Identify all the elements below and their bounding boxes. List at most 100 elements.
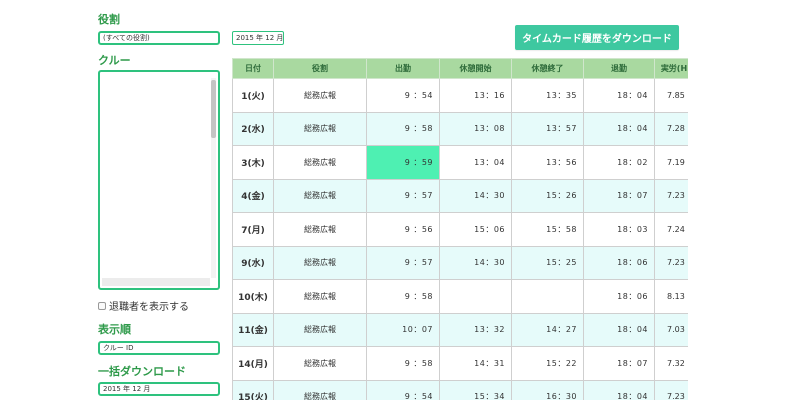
cell-hours: 7.23 [654, 245, 688, 280]
cell-date: 11(金) [232, 312, 274, 347]
cell-hours: 7.23 [654, 379, 688, 400]
cell-clock-in[interactable]: 9 ：57 [366, 178, 440, 213]
bulk-download-heading: 一括ダウンロード [98, 365, 186, 378]
show-retired-checkbox[interactable] [98, 301, 106, 310]
role-heading: 役割 [98, 13, 120, 26]
show-retired-label: 退職者を表示する [109, 302, 189, 313]
cell-break-start[interactable]: 14：31 [439, 346, 512, 381]
cell-clock-out[interactable]: 18：04 [583, 78, 655, 113]
header-break-end[interactable]: 休憩終了 [511, 58, 584, 79]
crew-scroll-thumb[interactable] [211, 80, 216, 138]
cell-break-start[interactable]: 15：34 [439, 379, 512, 400]
cell-break-start[interactable]: 13：04 [439, 145, 512, 180]
cell-clock-in[interactable]: 9 ：58 [366, 279, 440, 314]
header-role[interactable]: 役割 [273, 58, 367, 79]
cell-clock-out[interactable]: 18：07 [583, 178, 655, 213]
cell-clock-in[interactable]: 9 ：57 [366, 245, 440, 280]
crew-heading: クルー [98, 54, 131, 67]
order-heading: 表示順 [98, 323, 131, 336]
cell-date: 14(月) [232, 346, 274, 381]
cell-date: 9(水) [232, 245, 274, 280]
cell-date: 2(水) [232, 111, 274, 146]
cell-break-end[interactable]: 13：56 [511, 145, 584, 180]
cell-break-start[interactable]: 13：32 [439, 312, 512, 347]
cell-role: 総務広報 [273, 346, 367, 381]
cell-break-end[interactable]: 13：57 [511, 111, 584, 146]
cell-hours: 8.13 [654, 279, 688, 314]
show-retired-toggle[interactable]: 退職者を表示する [98, 298, 189, 313]
cell-break-start[interactable] [439, 279, 512, 314]
cell-role: 総務広報 [273, 145, 367, 180]
cell-clock-out[interactable]: 18：03 [583, 212, 655, 247]
cell-break-end[interactable] [511, 279, 584, 314]
cell-break-end[interactable]: 16：30 [511, 379, 584, 400]
cell-role: 総務広報 [273, 78, 367, 113]
month-select[interactable]: 2015 年 12 月 [232, 31, 284, 45]
timecard-table: 日付 役割 出勤 休憩開始 休憩終了 退勤 実労(H 1(火) 総務広報 9 ：… [232, 58, 688, 400]
cell-clock-out[interactable]: 18：06 [583, 279, 655, 314]
cell-break-end[interactable]: 15：58 [511, 212, 584, 247]
cell-clock-out[interactable]: 18：07 [583, 346, 655, 381]
header-break-start[interactable]: 休憩開始 [439, 58, 512, 79]
cell-clock-out[interactable]: 18：06 [583, 245, 655, 280]
crew-hscrollbar[interactable] [102, 278, 210, 286]
order-select[interactable]: クルー ID [98, 341, 220, 355]
cell-break-end[interactable]: 15：22 [511, 346, 584, 381]
cell-clock-in-selected[interactable]: 9 ：59 [366, 145, 440, 180]
cell-hours: 7.03 [654, 312, 688, 347]
cell-role: 総務広報 [273, 212, 367, 247]
table-row: 15(火) 総務広報 9 ：54 15：34 16：30 18：04 7.23 [232, 379, 688, 400]
header-hours[interactable]: 実労(H [654, 58, 688, 79]
cell-hours: 7.28 [654, 111, 688, 146]
cell-break-start[interactable]: 15：06 [439, 212, 512, 247]
cell-clock-in[interactable]: 9 ：58 [366, 346, 440, 381]
cell-clock-in[interactable]: 9 ：58 [366, 111, 440, 146]
header-clock-in[interactable]: 出勤 [366, 58, 440, 79]
table-row: 3(木) 総務広報 9 ：59 13：04 13：56 18：02 7.19 [232, 145, 688, 180]
cell-clock-in[interactable]: 9 ：54 [366, 379, 440, 400]
cell-clock-in[interactable]: 10：07 [366, 312, 440, 347]
cell-date: 1(火) [232, 78, 274, 113]
cell-break-start[interactable]: 13：16 [439, 78, 512, 113]
cell-break-start[interactable]: 14：30 [439, 178, 512, 213]
table-header-row: 日付 役割 出勤 休憩開始 休憩終了 退勤 実労(H [232, 58, 688, 79]
cell-date: 3(木) [232, 145, 274, 180]
table-row: 9(水) 総務広報 9 ：57 14：30 15：25 18：06 7.23 [232, 245, 688, 280]
cell-role: 総務広報 [273, 245, 367, 280]
cell-date: 4(金) [232, 178, 274, 213]
cell-role: 総務広報 [273, 111, 367, 146]
role-select[interactable]: (すべての役割) [98, 31, 220, 45]
cell-role: 総務広報 [273, 279, 367, 314]
cell-hours: 7.85 [654, 78, 688, 113]
table-row: 1(火) 総務広報 9 ：54 13：16 13：35 18：04 7.85 [232, 78, 688, 113]
cell-clock-in[interactable]: 9 ：56 [366, 212, 440, 247]
cell-date: 7(月) [232, 212, 274, 247]
cell-clock-in[interactable]: 9 ：54 [366, 78, 440, 113]
bulk-month-select[interactable]: 2015 年 12 月 [98, 382, 220, 396]
cell-break-end[interactable]: 15：26 [511, 178, 584, 213]
cell-break-end[interactable]: 14：27 [511, 312, 584, 347]
header-date[interactable]: 日付 [232, 58, 274, 79]
cell-clock-out[interactable]: 18：04 [583, 111, 655, 146]
download-timecard-button[interactable]: タイムカード履歴をダウンロード [515, 25, 679, 50]
cell-role: 総務広報 [273, 178, 367, 213]
cell-hours: 7.32 [654, 346, 688, 381]
header-clock-out[interactable]: 退勤 [583, 58, 655, 79]
cell-clock-out[interactable]: 18：04 [583, 312, 655, 347]
cell-break-end[interactable]: 13：35 [511, 78, 584, 113]
sidebar: 役割 (すべての役割) クルー 退職者を表示する 表示順 クルー ID 一括ダウ… [98, 0, 222, 400]
cell-hours: 7.24 [654, 212, 688, 247]
cell-break-start[interactable]: 14：30 [439, 245, 512, 280]
crew-list[interactable] [98, 70, 220, 290]
cell-break-end[interactable]: 15：25 [511, 245, 584, 280]
cell-break-start[interactable]: 13：08 [439, 111, 512, 146]
table-row: 11(金) 総務広報 10：07 13：32 14：27 18：04 7.03 [232, 312, 688, 347]
cell-clock-out[interactable]: 18：04 [583, 379, 655, 400]
cell-clock-out[interactable]: 18：02 [583, 145, 655, 180]
cell-date: 10(木) [232, 279, 274, 314]
cell-role: 総務広報 [273, 312, 367, 347]
table-row: 10(木) 総務広報 9 ：58 18：06 8.13 [232, 279, 688, 314]
cell-date: 15(火) [232, 379, 274, 400]
table-row: 4(金) 総務広報 9 ：57 14：30 15：26 18：07 7.23 [232, 178, 688, 213]
cell-role: 総務広報 [273, 379, 367, 400]
